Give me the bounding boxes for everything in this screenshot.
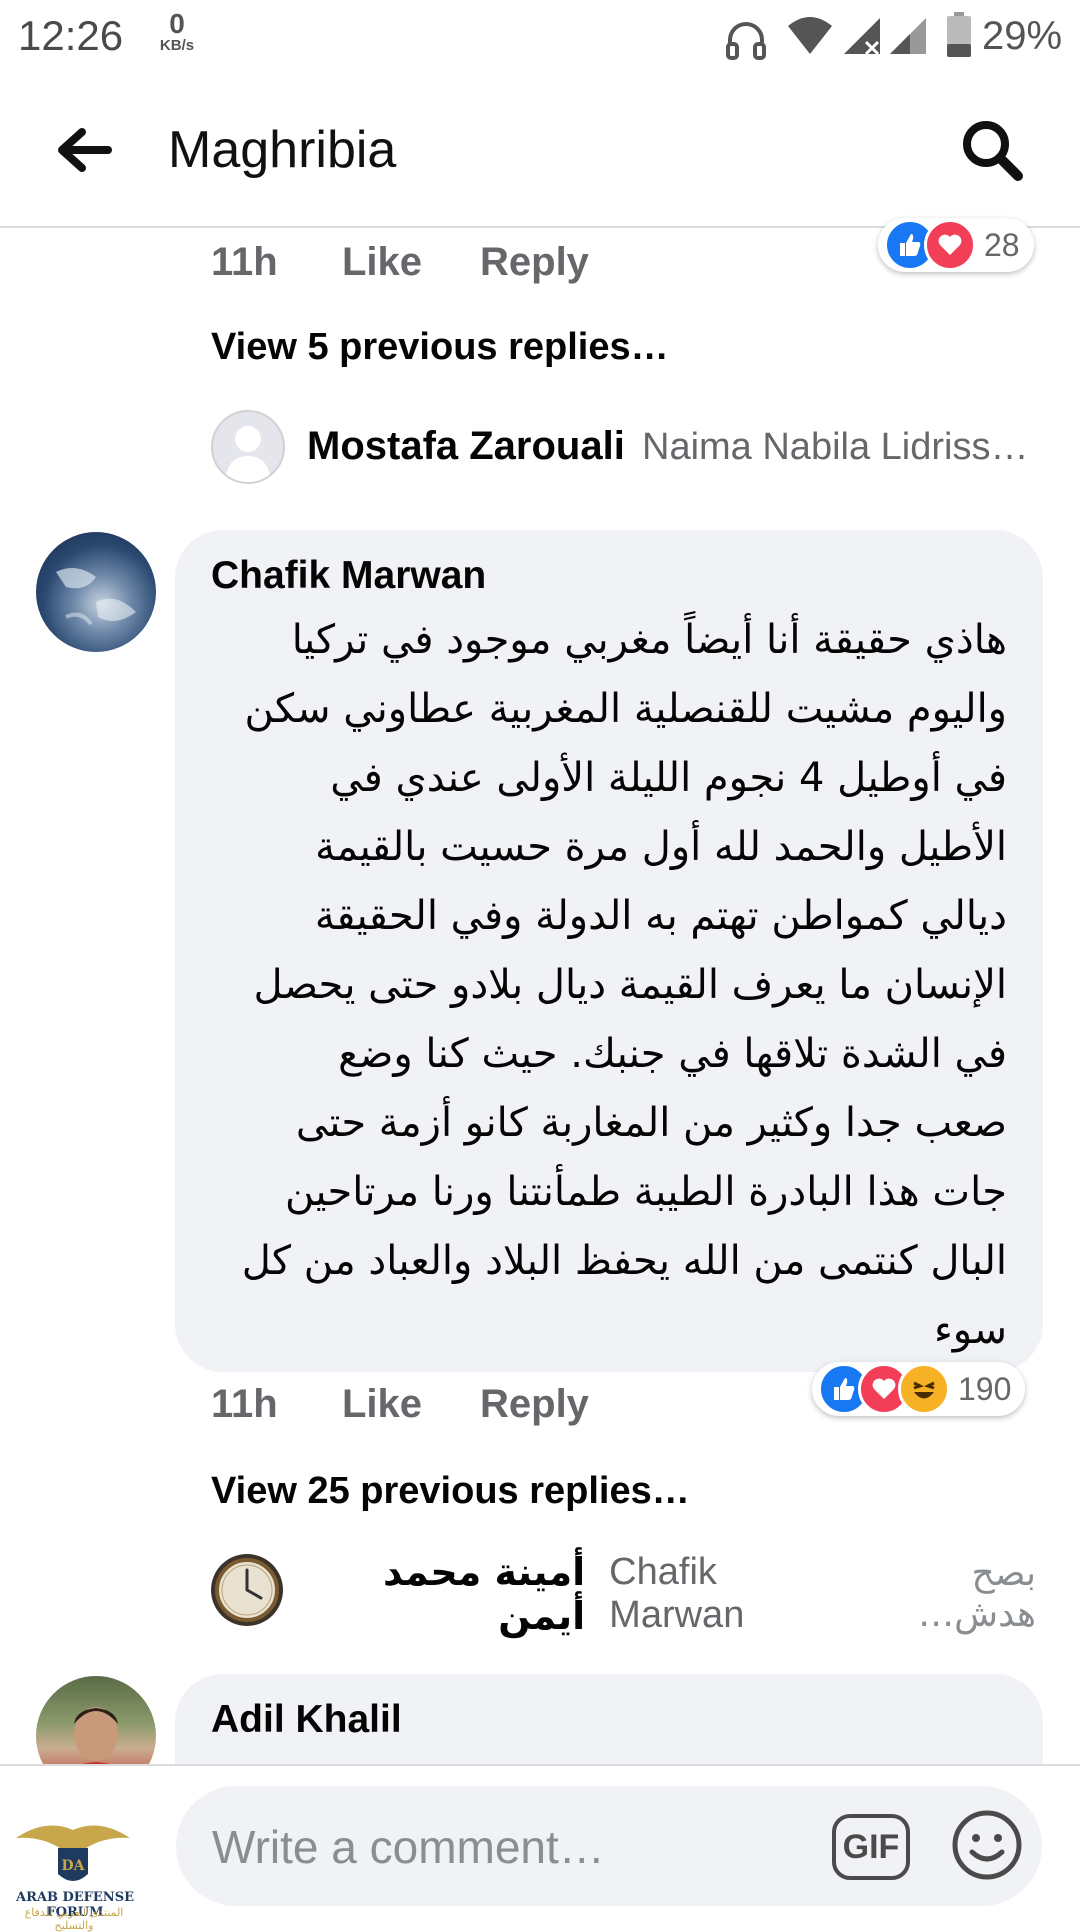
comment-line: صعب جدا وكثير من المغاربة كانو أزمة حتى: [295, 1100, 1007, 1146]
haha-reaction-icon: [898, 1363, 950, 1415]
comment-body: هاذي حقيقة أنا أيضاً مغربي موجود في تركي…: [211, 606, 1007, 1365]
search-icon[interactable]: [960, 118, 1026, 184]
status-bar: 12:26 0 KB/s 29%: [0, 0, 1080, 78]
gif-button[interactable]: GIF: [832, 1814, 910, 1880]
network-speed-value: 0: [169, 8, 185, 39]
earth-photo-icon: [56, 568, 136, 626]
battery-percent: 29%: [982, 14, 1063, 58]
comment-line: الإنسان ما يعرف القيمة ديال بلادو حتى يح…: [253, 962, 1007, 1008]
avatar[interactable]: [211, 410, 285, 484]
comment-time: 11h: [211, 240, 278, 284]
comment-line: ديالي كمواطن تهتم به الدولة وفي الحقيقة: [314, 893, 1007, 939]
logo-letters: DA: [61, 1858, 85, 1874]
signal-2-icon: [890, 18, 926, 54]
smiley-icon[interactable]: [950, 1808, 1024, 1882]
status-time: 12:26: [18, 12, 124, 59]
reaction-count: 190: [958, 1370, 1012, 1407]
network-speed: 0 KB/s: [152, 8, 202, 54]
comment-line: في الشدة تلاقها في جنبك. حيث كنا وضع: [338, 1031, 1007, 1077]
comment-line: جات هذا البادرة الطيبة طمأنتنا ورنا مرتا…: [284, 1169, 1007, 1215]
comment-author[interactable]: Adil Khalil: [211, 1698, 402, 1742]
comment-line: الأطيل والحمد لله أول مرة حسيت بالقيمة: [315, 824, 1007, 870]
logo-subtext: المنتدى العربي للدفاع والتسليح: [24, 1906, 124, 1932]
comment-composer: Write a comment… GIF: [0, 1764, 1080, 1922]
like-button[interactable]: Like: [342, 240, 422, 285]
reply-preview: بصح هدش…: [918, 1553, 1036, 1635]
view-previous-replies[interactable]: View 25 previous replies…: [211, 1470, 690, 1513]
reply-mention: Chafik Marwan: [609, 1551, 745, 1636]
network-speed-unit: KB/s: [159, 37, 195, 54]
reaction-count: 28: [984, 226, 1020, 263]
battery-icon: [947, 12, 971, 57]
reaction-summary[interactable]: 190: [812, 1362, 1026, 1416]
comment-line: سوء: [934, 1307, 1007, 1353]
wifi-icon: [788, 17, 832, 54]
reply-row[interactable]: بصح هدش… Chafik Marwan أمينة محمد أيمن: [306, 1550, 1036, 1638]
love-reaction-icon: [924, 219, 976, 271]
reaction-summary[interactable]: 28: [878, 218, 1034, 272]
comment-author[interactable]: Chafik Marwan: [211, 554, 486, 598]
comment-input[interactable]: Write a comment… GIF: [176, 1786, 1042, 1906]
comment-placeholder: Write a comment…: [212, 1821, 605, 1873]
comment-line: البال كنتمى من الله يحفظ البلاد والعباد …: [241, 1238, 1007, 1284]
app-header: Maghribia: [0, 78, 1080, 228]
reply-author: أمينة محمد أيمن: [382, 1550, 586, 1638]
signal-icon: [844, 18, 880, 56]
reply-button[interactable]: Reply: [480, 1382, 589, 1427]
avatar[interactable]: [36, 532, 156, 652]
reply-button[interactable]: Reply: [480, 240, 589, 285]
avatar[interactable]: [211, 1554, 283, 1626]
reply-preview[interactable]: Naima Nabila Lidriss…: [642, 426, 1028, 469]
arrow-left-icon[interactable]: [56, 126, 112, 174]
comment-time: 11h: [211, 1382, 278, 1426]
comment-line: في أوطيل 4 نجوم الليلة الأولى عندي في: [330, 755, 1007, 801]
view-previous-replies[interactable]: View 5 previous replies…: [211, 326, 669, 369]
comment-line: واليوم مشيت للقنصلية المغربية عطاوني سكن: [244, 686, 1007, 732]
page-title: Maghribia: [168, 121, 397, 179]
comment-line: هاذي حقيقة أنا أيضاً مغربي موجود في تركي…: [291, 617, 1007, 663]
default-avatar-icon: [225, 426, 271, 482]
clock-photo-icon: [215, 1558, 279, 1622]
reply-author[interactable]: Mostafa Zarouali: [307, 424, 625, 469]
like-button[interactable]: Like: [342, 1382, 422, 1427]
headset-icon: [726, 22, 766, 60]
comment-bubble: Chafik Marwan هاذي حقيقة أنا أيضاً مغربي…: [175, 530, 1043, 1372]
